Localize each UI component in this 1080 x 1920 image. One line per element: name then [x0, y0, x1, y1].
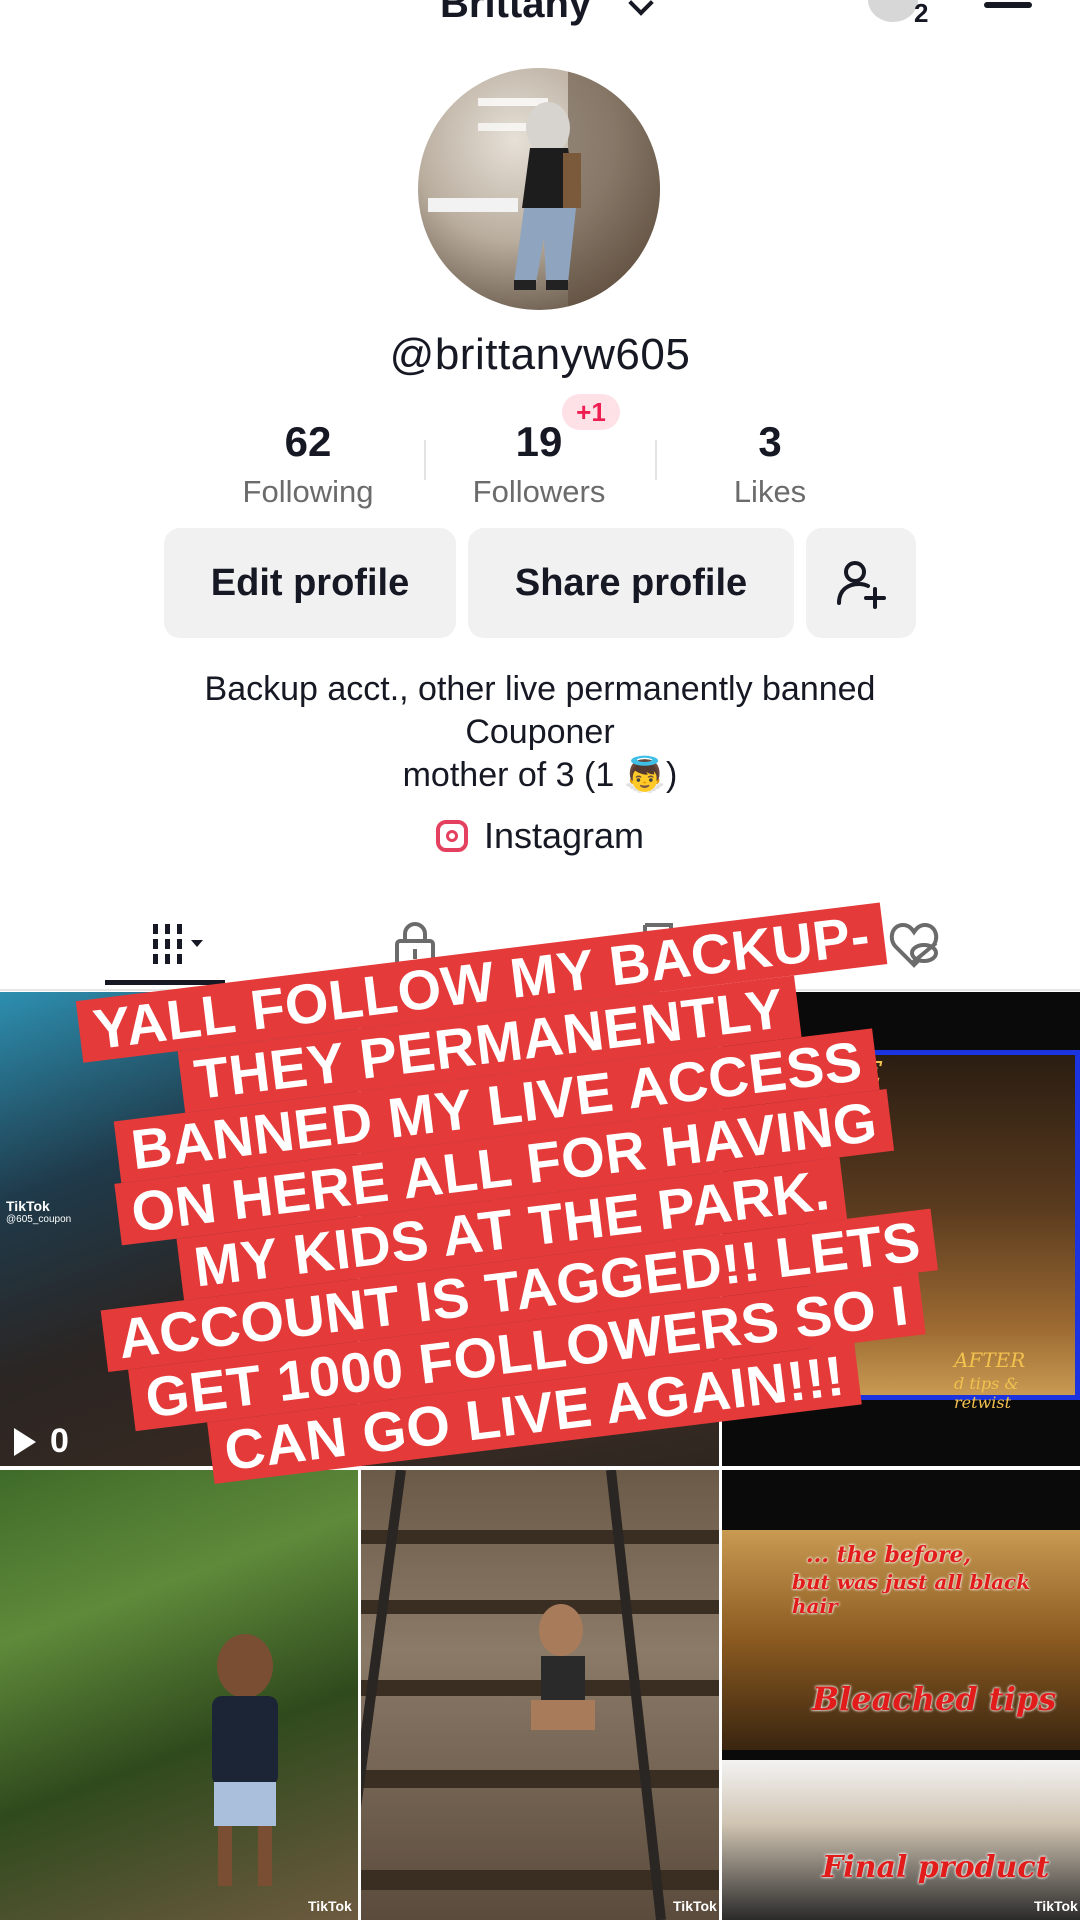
- repost-hidden-icon: [643, 923, 689, 969]
- tabs-divider: [0, 989, 1080, 991]
- video-thumbnail[interactable]: TikTok: [0, 1470, 358, 1920]
- share-profile-button[interactable]: Share profile: [468, 528, 794, 638]
- bio-line: mother of 3 (1 👼): [402, 756, 678, 794]
- hair-after-image: [722, 1760, 1080, 1920]
- video-thumbnail[interactable]: [361, 992, 719, 1466]
- account-count-badge: 2: [914, 0, 929, 28]
- tab-reposts[interactable]: [625, 910, 705, 980]
- menu-icon[interactable]: [984, 2, 1032, 8]
- lock-icon: [395, 922, 435, 969]
- play-icon: [14, 1427, 36, 1456]
- profile-bio: Backup acct., other live permanently ban…: [0, 668, 1080, 797]
- tab-private[interactable]: [375, 910, 455, 980]
- add-user-icon: [837, 561, 886, 609]
- account-switch-avatar[interactable]: [868, 0, 918, 22]
- video-thumbnail[interactable]: TikTok: [361, 1470, 719, 1920]
- chevron-down-icon[interactable]: [628, 0, 654, 16]
- new-followers-badge: +1: [562, 394, 620, 430]
- stat-following[interactable]: 62 Following: [208, 418, 408, 510]
- bio-line: Couponer: [465, 713, 615, 751]
- grid-icon: [153, 924, 203, 964]
- hair-before-after-image: [808, 1050, 1080, 1400]
- bio-line: Backup acct., other live permanently ban…: [204, 670, 876, 708]
- tab-videos[interactable]: [105, 910, 225, 980]
- stat-divider: [424, 440, 426, 480]
- tiktok-watermark: TikTok: [673, 1898, 717, 1914]
- video-thumbnail[interactable]: TikTok @605_coupon 0: [0, 992, 358, 1466]
- heart-hidden-icon: [889, 922, 939, 968]
- profile-avatar[interactable]: [418, 68, 660, 310]
- child-photo: [212, 1634, 278, 1886]
- edit-profile-button[interactable]: Edit profile: [164, 528, 456, 638]
- following-label: Following: [242, 474, 374, 509]
- instagram-link[interactable]: Instagram: [0, 815, 1080, 857]
- video-thumbnail[interactable]: ORE AFTER d tips & retwist: [722, 992, 1080, 1466]
- top-bar: Brittany 2: [0, 0, 1080, 40]
- likes-label: Likes: [733, 474, 807, 509]
- thumbnail-caption: but was just all black hair: [792, 1570, 1031, 1618]
- profile-name-title[interactable]: Brittany: [440, 0, 591, 27]
- followers-label: Followers: [472, 474, 606, 509]
- thumbnail-caption: ... the before,: [806, 1542, 972, 1568]
- view-count: 0: [14, 1422, 69, 1461]
- likes-count: 3: [758, 418, 782, 465]
- tiktok-watermark: TikTok: [308, 1898, 352, 1914]
- video-thumbnail[interactable]: ... the before, but was just all black h…: [722, 1470, 1080, 1920]
- add-friend-button[interactable]: [806, 528, 916, 638]
- thumbnail-caption: ORE: [808, 1056, 882, 1091]
- tab-liked[interactable]: [875, 910, 955, 980]
- child-on-tracks-photo: [361, 1470, 719, 1920]
- instagram-icon: [435, 820, 468, 852]
- stat-divider: [655, 440, 657, 480]
- tiktok-watermark: TikTok @605_coupon: [6, 1198, 72, 1225]
- following-count: 62: [284, 418, 332, 465]
- thumbnail-caption: d tips & retwist: [954, 1374, 1019, 1412]
- stat-followers[interactable]: 19 Followers: [439, 418, 639, 510]
- active-tab-indicator: [105, 980, 225, 985]
- thumbnail-caption: Final product: [822, 1850, 1050, 1885]
- username: @brittanyw605: [389, 330, 691, 379]
- instagram-label: Instagram: [483, 815, 645, 856]
- thumbnail-caption: Bleached tips: [812, 1680, 1057, 1718]
- tiktok-watermark: TikTok: [1034, 1898, 1078, 1914]
- stat-likes[interactable]: 3 Likes: [670, 418, 870, 510]
- thumbnail-caption: AFTER: [954, 1348, 1026, 1372]
